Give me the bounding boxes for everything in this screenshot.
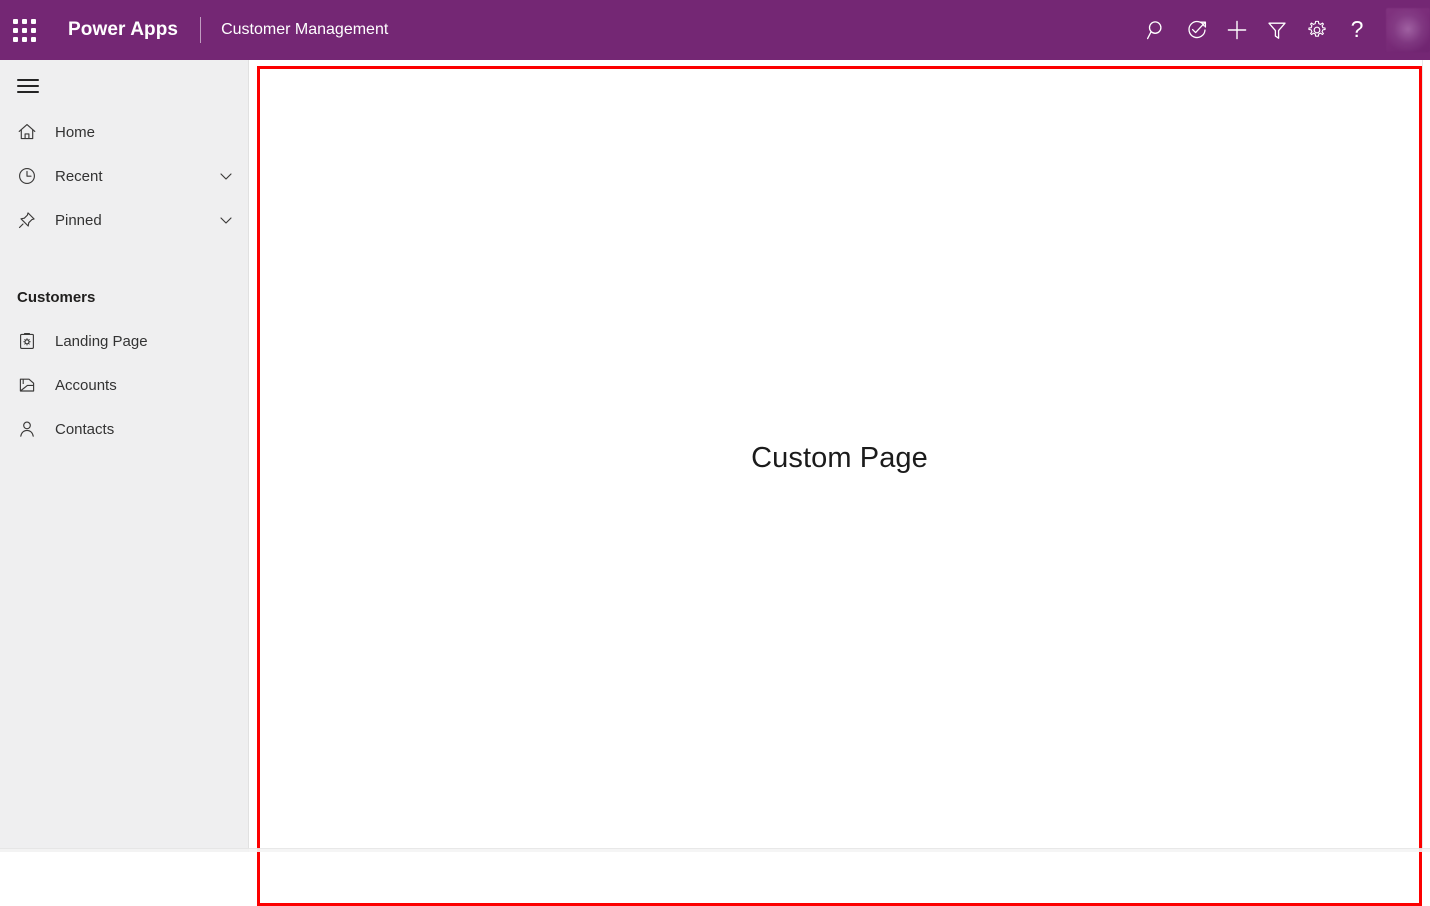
home-icon xyxy=(17,122,37,142)
app-launcher-button[interactable] xyxy=(0,0,48,60)
brand-divider xyxy=(200,17,201,43)
clipped-bottom-strip xyxy=(0,848,1430,852)
new-record-icon xyxy=(1226,19,1248,41)
waffle-grid-icon xyxy=(13,19,36,42)
filter-icon xyxy=(1266,19,1288,41)
vertical-scroll-gutter[interactable] xyxy=(1422,60,1430,852)
sidebar-item-landing-page[interactable]: Landing Page xyxy=(0,319,248,363)
settings-gear-icon xyxy=(1306,19,1328,41)
new-record-button[interactable] xyxy=(1217,0,1257,60)
sidebar-item-label: Recent xyxy=(55,169,218,184)
accounts-icon xyxy=(17,375,37,395)
command-bar-actions: ? xyxy=(1137,0,1430,60)
chevron-down-icon[interactable] xyxy=(218,168,234,184)
custom-page-highlight-frame: Custom Page xyxy=(257,66,1422,906)
brand-title[interactable]: Power Apps xyxy=(68,19,178,41)
sitemap-toggle-button[interactable] xyxy=(4,62,52,110)
settings-button[interactable] xyxy=(1297,0,1337,60)
sidebar-item-label: Home xyxy=(55,125,234,140)
quick-assist-button[interactable] xyxy=(1177,0,1217,60)
app-name-label: Customer Management xyxy=(221,21,388,39)
help-icon: ? xyxy=(1351,18,1364,41)
help-button[interactable]: ? xyxy=(1337,0,1377,60)
pin-icon xyxy=(17,210,37,230)
custom-page-canvas[interactable]: Custom Page xyxy=(260,69,1419,903)
user-avatar[interactable] xyxy=(1386,8,1430,52)
search-icon xyxy=(1146,19,1168,41)
power-apps-window: Power Apps Customer Management xyxy=(0,0,1430,852)
main-content-area: Custom Page xyxy=(250,60,1430,852)
top-command-bar: Power Apps Customer Management xyxy=(0,0,1430,60)
sidebar-group-title: Customers xyxy=(0,290,248,305)
sidebar-item-label: Accounts xyxy=(55,378,234,393)
sidebar-item-pinned[interactable]: Pinned xyxy=(0,198,248,242)
sitemap-sidebar: Home Recent xyxy=(0,60,249,852)
sidebar-item-recent[interactable]: Recent xyxy=(0,154,248,198)
sidebar-item-label: Pinned xyxy=(55,213,218,228)
search-button[interactable] xyxy=(1137,0,1177,60)
sidebar-item-accounts[interactable]: Accounts xyxy=(0,363,248,407)
person-icon xyxy=(17,419,37,439)
sidebar-item-label: Contacts xyxy=(55,422,234,437)
page-title: Custom Page xyxy=(260,441,1419,476)
sidebar-item-contacts[interactable]: Contacts xyxy=(0,407,248,451)
clock-icon xyxy=(17,166,37,186)
chevron-down-icon[interactable] xyxy=(218,212,234,228)
hamburger-icon xyxy=(17,79,39,93)
quick-assist-icon xyxy=(1186,19,1208,41)
sidebar-item-label: Landing Page xyxy=(55,334,234,349)
clipboard-gear-icon xyxy=(17,331,37,351)
filter-button[interactable] xyxy=(1257,0,1297,60)
sidebar-item-home[interactable]: Home xyxy=(0,110,248,154)
